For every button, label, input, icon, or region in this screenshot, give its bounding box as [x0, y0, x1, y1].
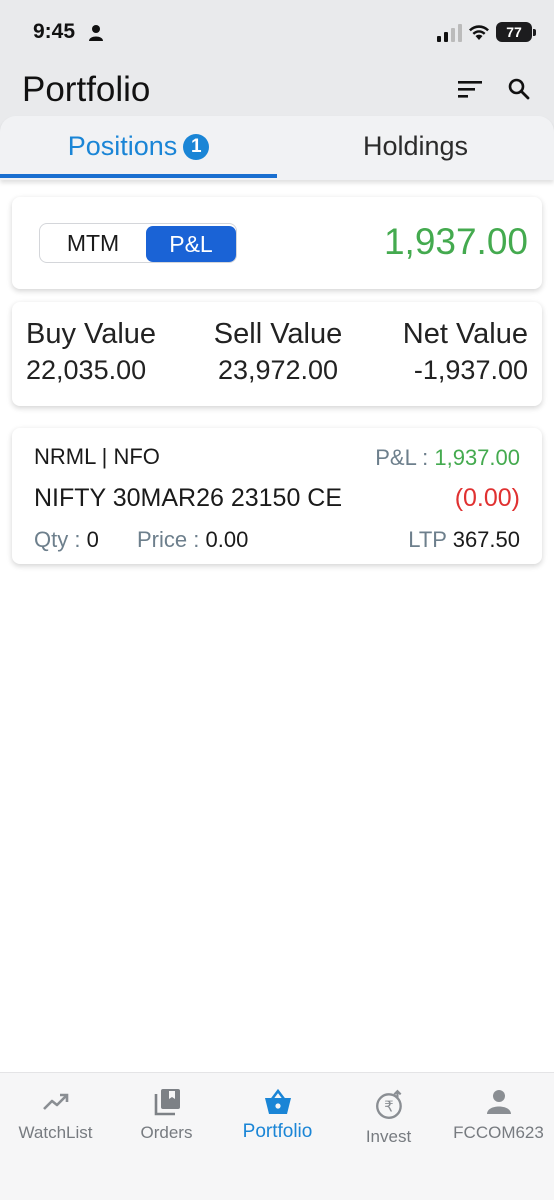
nav-invest[interactable]: ₹ Invest: [333, 1073, 444, 1163]
position-ltp: LTP 367.50: [408, 527, 520, 553]
active-tab-indicator: [0, 174, 277, 178]
svg-text:₹: ₹: [384, 1097, 394, 1115]
signal-icon: [437, 24, 462, 42]
position-change: (0.00): [454, 484, 520, 512]
product-type: NRML | NFO: [34, 444, 160, 469]
nav-watchlist-label: WatchList: [18, 1123, 93, 1142]
basket-icon: [265, 1088, 291, 1114]
nav-orders-label: Orders: [140, 1123, 193, 1142]
price-value: 0.00: [205, 527, 249, 552]
person-icon: [487, 1090, 511, 1114]
position-qty: Qty : 0: [34, 527, 99, 553]
trend-up-icon: [43, 1093, 69, 1110]
page-title: Portfolio: [22, 70, 151, 109]
tab-holdings-label: Holdings: [362, 131, 469, 161]
ltp-value: 367.50: [452, 527, 520, 552]
net-value-label: Net Value: [402, 318, 528, 350]
orders-book-icon: [154, 1089, 180, 1116]
position-pl-label: P&L :: [375, 445, 429, 470]
sell-value-block: Sell Value 23,972.00: [208, 318, 348, 386]
mtm-toggle-button[interactable]: MTM: [40, 224, 146, 262]
battery-icon: 77: [496, 22, 536, 42]
tab-bar: Positions 1 Holdings: [0, 116, 554, 180]
position-card[interactable]: NRML | NFO P&L : 1,937.00 NIFTY 30MAR26 …: [12, 428, 542, 564]
nav-account[interactable]: FCCOM623: [443, 1073, 554, 1163]
position-symbol: NIFTY 30MAR26 23150 CE: [34, 484, 343, 512]
ltp-label: LTP: [408, 527, 447, 552]
values-card: Buy Value 22,035.00 Sell Value 23,972.00…: [12, 302, 542, 406]
buy-value-block: Buy Value 22,035.00: [26, 318, 156, 386]
sell-value-amount: 23,972.00: [217, 355, 339, 385]
bottom-nav: WatchList Orders Portfolio ₹ Invest FCCO…: [0, 1072, 554, 1200]
search-icon[interactable]: [507, 77, 531, 101]
net-value-amount: -1,937.00: [413, 355, 528, 385]
net-value-block: Net Value -1,937.00: [403, 318, 528, 386]
mtm-pl-toggle: MTM P&L: [39, 223, 237, 263]
pl-summary-card: MTM P&L 1,937.00: [12, 197, 542, 289]
buy-value-amount: 22,035.00: [26, 355, 147, 385]
nav-watchlist[interactable]: WatchList: [0, 1073, 111, 1163]
status-bar: 9:45 77: [0, 0, 554, 64]
tab-holdings[interactable]: Holdings: [277, 116, 554, 178]
wifi-icon: [469, 25, 489, 40]
rupee-invest-icon: ₹: [376, 1089, 402, 1119]
sell-value-label: Sell Value: [213, 318, 343, 350]
position-pl: P&L : 1,937.00: [375, 445, 520, 471]
tab-positions[interactable]: Positions 1: [0, 116, 277, 178]
sort-icon[interactable]: [456, 78, 484, 100]
nav-account-label: FCCOM623: [453, 1123, 544, 1142]
status-time: 9:45: [33, 20, 76, 43]
positions-count-badge: 1: [183, 134, 210, 160]
tab-positions-label: Positions: [67, 131, 178, 161]
person-status-icon: [89, 25, 103, 41]
pl-toggle-button[interactable]: P&L: [146, 226, 236, 262]
nav-portfolio-label: Portfolio: [242, 1121, 313, 1142]
price-label: Price :: [137, 527, 200, 552]
nav-orders[interactable]: Orders: [111, 1073, 222, 1163]
position-price: Price : 0.00: [137, 527, 248, 553]
total-pl-value: 1,937.00: [383, 221, 528, 262]
qty-label: Qty :: [34, 527, 81, 552]
qty-value: 0: [86, 527, 99, 552]
nav-invest-label: Invest: [365, 1127, 412, 1146]
position-pl-value: 1,937.00: [434, 445, 520, 470]
nav-portfolio[interactable]: Portfolio: [222, 1073, 333, 1163]
buy-value-label: Buy Value: [26, 318, 157, 350]
